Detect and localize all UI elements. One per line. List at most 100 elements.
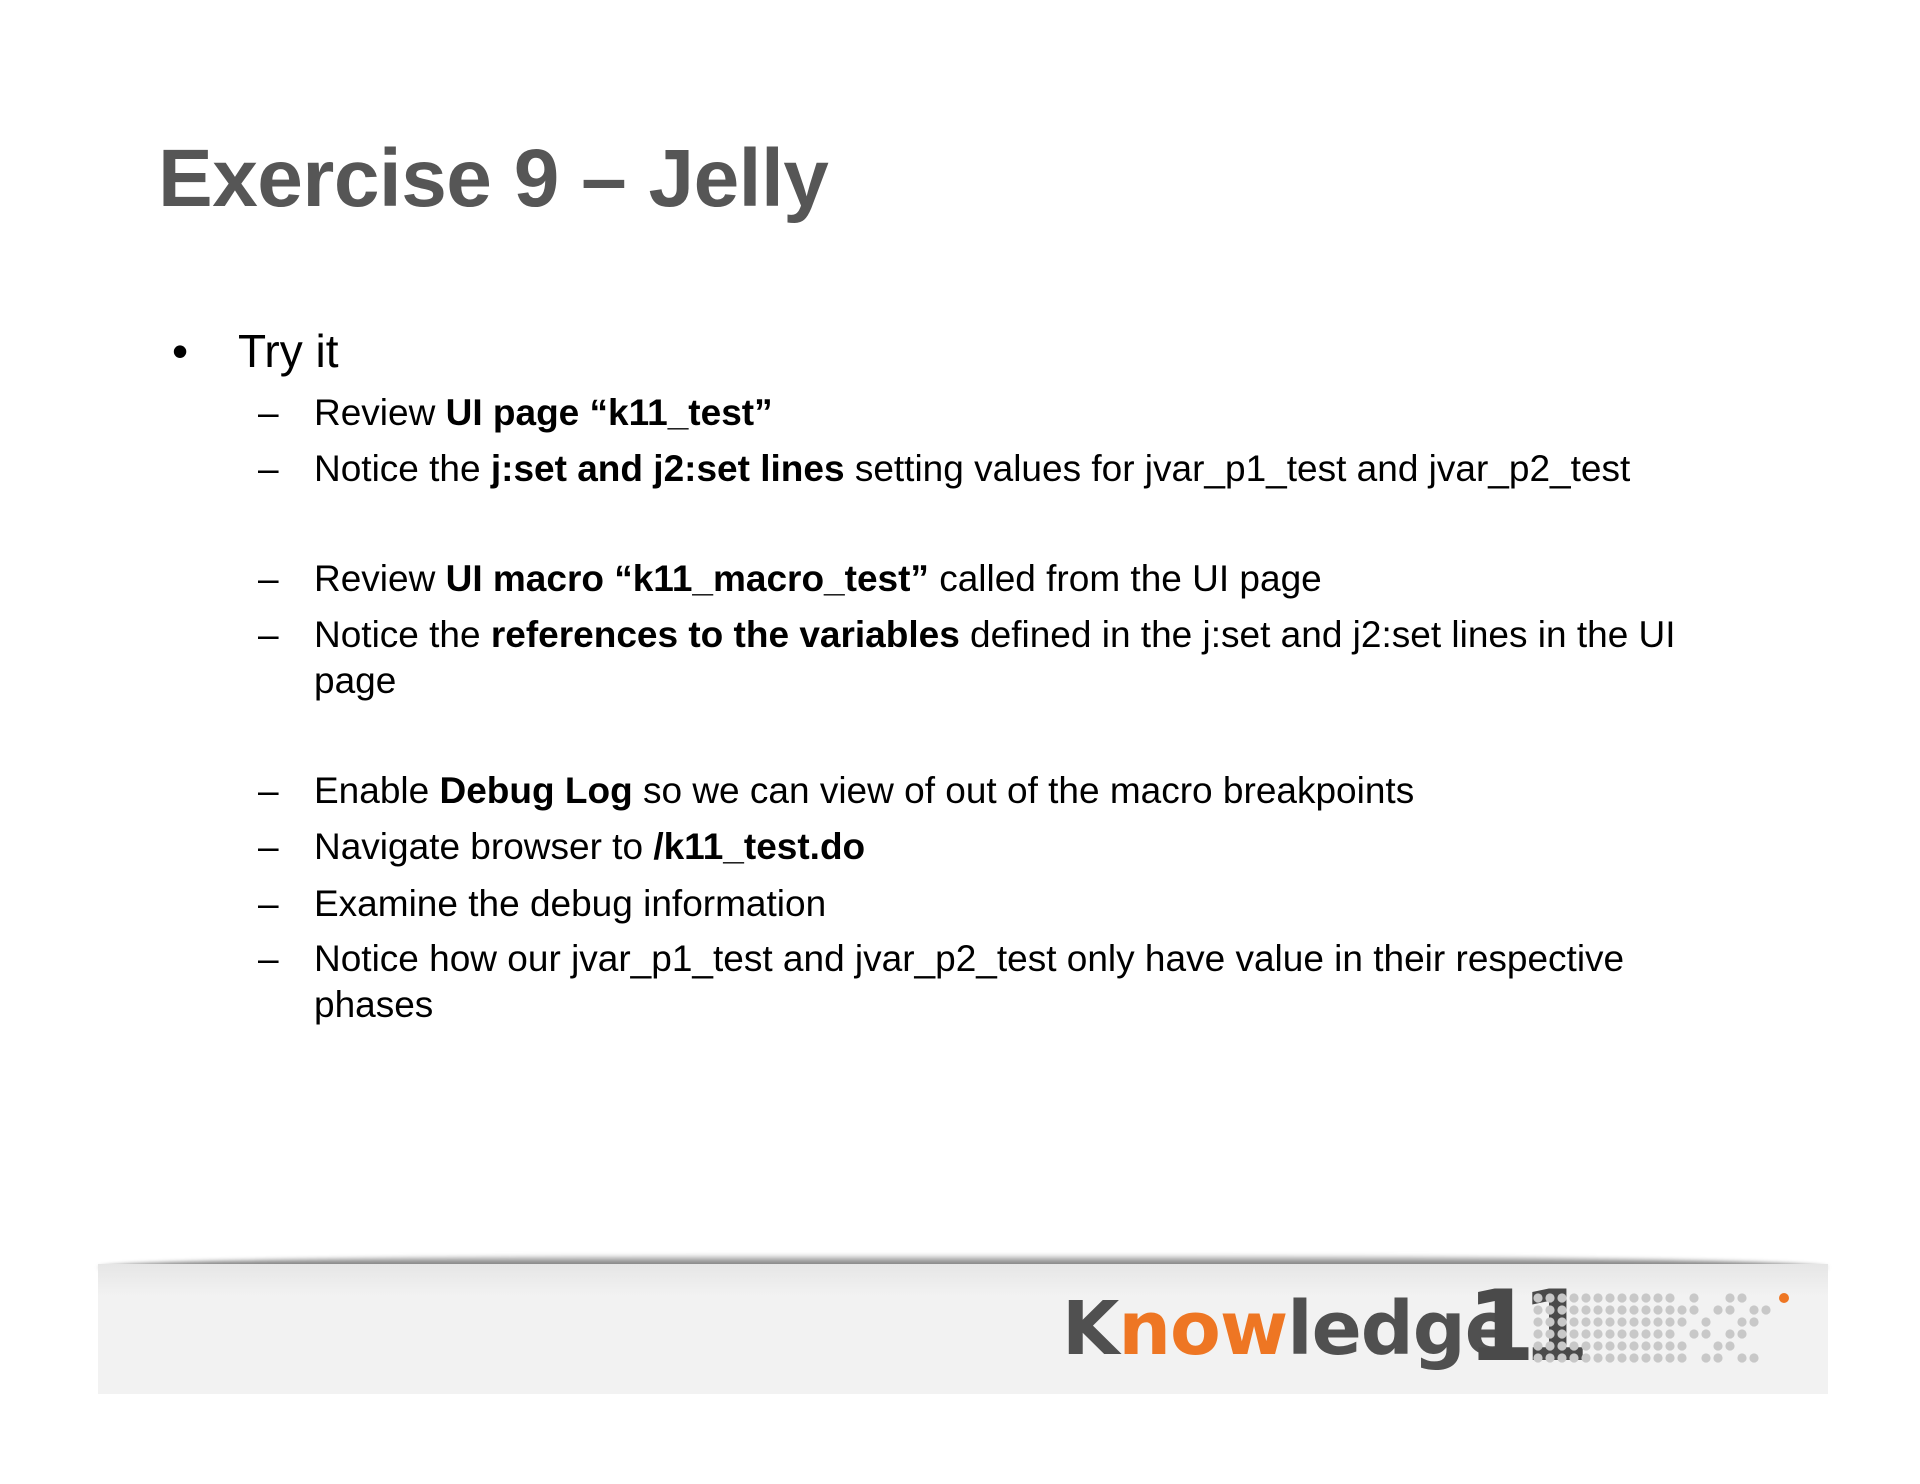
slide: Exercise 9 – Jelly • Try it – Review UI … <box>0 0 1920 1484</box>
logo-dot <box>1533 1341 1542 1350</box>
list-item: – Examine the debug information <box>258 881 1718 927</box>
logo-dot <box>1605 1293 1614 1302</box>
logo-dot <box>1653 1341 1662 1350</box>
logo-dot <box>1533 1317 1542 1326</box>
logo-dot <box>1593 1353 1602 1362</box>
logo-dot <box>1581 1329 1590 1338</box>
list-item-text: Navigate browser to /k11_test.do <box>314 824 1718 870</box>
bullet-text: Try it <box>238 326 339 377</box>
logo-dot <box>1629 1341 1638 1350</box>
logo-dot <box>1665 1305 1674 1314</box>
logo-dot <box>1533 1353 1542 1362</box>
logo-dot <box>1569 1305 1578 1314</box>
dash-marker: – <box>258 936 279 982</box>
logo-dot <box>1629 1329 1638 1338</box>
logo-dot <box>1617 1293 1626 1302</box>
logo-dot <box>1701 1329 1710 1338</box>
logo-dot <box>1569 1341 1578 1350</box>
logo-dot <box>1761 1305 1770 1314</box>
logo-dot <box>1533 1305 1542 1314</box>
logo-dot <box>1569 1329 1578 1338</box>
text-run: Notice the <box>314 614 491 655</box>
list-item: – Navigate browser to /k11_test.do <box>258 824 1718 870</box>
logo-dot <box>1545 1329 1554 1338</box>
logo-dot <box>1557 1305 1566 1314</box>
list-item-text: Examine the debug information <box>314 881 1718 927</box>
logo-dot <box>1725 1329 1734 1338</box>
logo-dot <box>1629 1293 1638 1302</box>
text-run: Examine the debug information <box>314 883 826 924</box>
logo-wordmark: Knowledge <box>1062 1292 1514 1366</box>
logo-dot <box>1653 1293 1662 1302</box>
logo-dot <box>1593 1293 1602 1302</box>
logo-dot <box>1593 1305 1602 1314</box>
text-run: so we can view of out of the macro break… <box>633 770 1415 811</box>
logo-dot <box>1533 1329 1542 1338</box>
dash-marker: – <box>258 612 279 658</box>
logo-dot <box>1677 1341 1686 1350</box>
logo-dot <box>1605 1317 1614 1326</box>
logo-dot <box>1593 1317 1602 1326</box>
logo-dot <box>1737 1293 1746 1302</box>
logo-dot <box>1557 1317 1566 1326</box>
text-run: Enable <box>314 770 440 811</box>
logo-dot <box>1605 1329 1614 1338</box>
logo-dot <box>1749 1353 1758 1362</box>
logo-dot <box>1725 1341 1734 1350</box>
logo-dot <box>1641 1329 1650 1338</box>
logo-dot <box>1665 1317 1674 1326</box>
logo-dot <box>1665 1329 1674 1338</box>
logo-dot <box>1689 1329 1698 1338</box>
list-item-text: Notice the j:set and j2:set lines settin… <box>314 446 1718 492</box>
logo-dot <box>1737 1353 1746 1362</box>
logo-dot <box>1557 1329 1566 1338</box>
logo-dot <box>1545 1293 1554 1302</box>
dash-marker: – <box>258 556 279 602</box>
logo-dot <box>1725 1293 1734 1302</box>
list-item: – Review UI page “k11_test” <box>258 390 1718 436</box>
text-run: setting values for jvar_p1_test and jvar… <box>845 448 1631 489</box>
logo-dot <box>1653 1305 1662 1314</box>
logo-dot <box>1653 1353 1662 1362</box>
logo-dot <box>1701 1353 1710 1362</box>
logo-dot <box>1641 1353 1650 1362</box>
logo-dot <box>1581 1317 1590 1326</box>
logo-dot <box>1713 1353 1722 1362</box>
logo-dot <box>1629 1353 1638 1362</box>
logo-dot <box>1617 1341 1626 1350</box>
logo-dot-grid-icon <box>1532 1292 1792 1370</box>
list-item-text: Review UI page “k11_test” <box>314 390 1718 436</box>
logo-dot <box>1569 1293 1578 1302</box>
dash-marker: – <box>258 824 279 870</box>
logo-dot <box>1725 1305 1734 1314</box>
bold-text-run: /k11_test.do <box>653 826 865 867</box>
bullet-marker: • <box>172 328 188 374</box>
logo-dot <box>1605 1305 1614 1314</box>
logo-dot <box>1677 1353 1686 1362</box>
dash-marker: – <box>258 390 279 436</box>
bold-text-run: UI page “k11_test” <box>446 392 773 433</box>
dash-marker: – <box>258 768 279 814</box>
logo-accent-dot <box>1779 1293 1789 1303</box>
logo-dot <box>1593 1329 1602 1338</box>
list-item-text: Notice the references to the variables d… <box>314 612 1718 704</box>
logo-dot <box>1533 1293 1542 1302</box>
logo-dot <box>1545 1341 1554 1350</box>
logo-dot <box>1593 1341 1602 1350</box>
dash-marker: – <box>258 881 279 927</box>
logo-dot <box>1617 1329 1626 1338</box>
list-item-text: Enable Debug Log so we can view of out o… <box>314 768 1718 814</box>
bold-text-run: Debug Log <box>440 770 633 811</box>
logo-dot <box>1641 1341 1650 1350</box>
text-run: Notice how our jvar_p1_test and jvar_p2_… <box>314 938 1624 1025</box>
logo-dot <box>1653 1329 1662 1338</box>
logo-dot <box>1641 1293 1650 1302</box>
list-item: – Review UI macro “k11_macro_test” calle… <box>258 556 1718 602</box>
logo-dot <box>1737 1329 1746 1338</box>
logo-dot <box>1581 1305 1590 1314</box>
text-run: Review <box>314 558 446 599</box>
logo-dot <box>1665 1293 1674 1302</box>
logo-dot <box>1581 1353 1590 1362</box>
logo-dot <box>1665 1341 1674 1350</box>
logo-dot <box>1737 1317 1746 1326</box>
